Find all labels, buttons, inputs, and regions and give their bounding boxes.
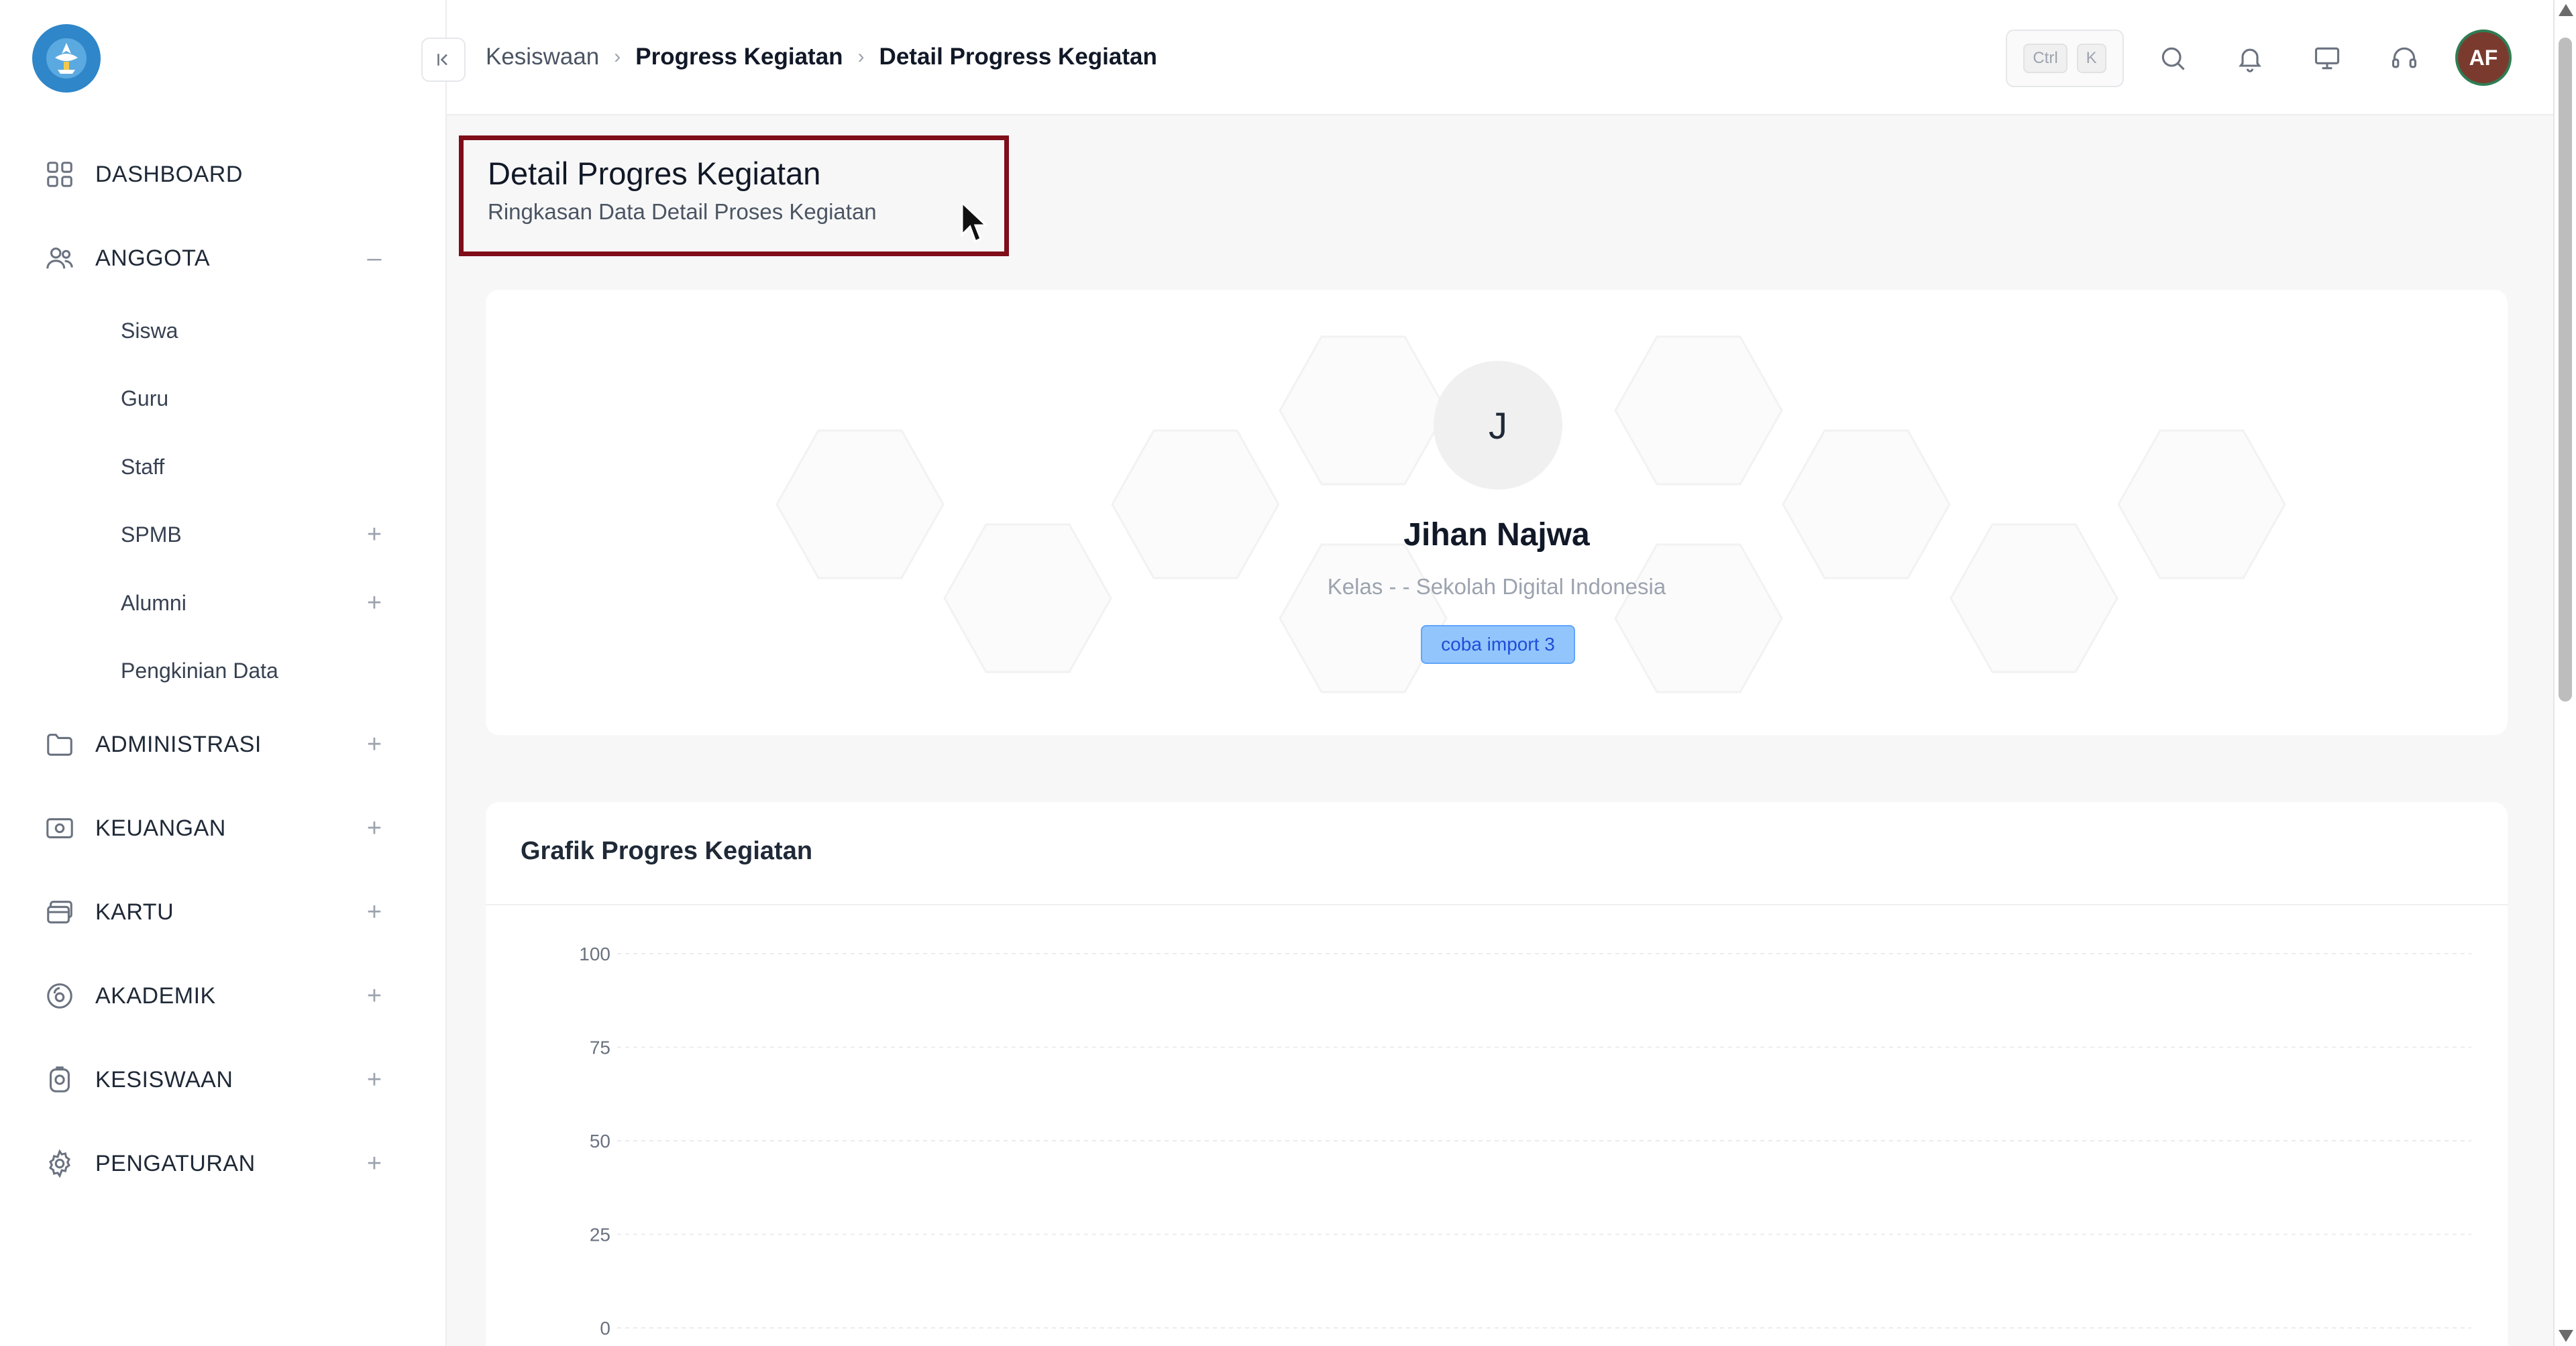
page-title: Detail Progres Kegiatan [488,156,821,191]
sidebar-subitem-label: Pengkinian Data [121,658,278,683]
sidebar-item-keuangan[interactable]: KEUANGAN + [43,801,392,855]
search-icon [2161,47,2185,70]
breadcrumb-progress-kegiatan[interactable]: Progress Kegiatan [635,44,843,70]
page-subtitle: Ringkasan Data Detail Proses Kegiatan [488,199,877,224]
sidebar-item-label: KESISWAAN [95,1066,233,1092]
scrollbar-thumb[interactable] [2559,38,2572,702]
page-scrollbar[interactable] [2553,0,2576,1346]
academic-icon [43,979,76,1013]
kbd-ctrl: Ctrl [2023,44,2068,73]
sidebar-subitem-alumni[interactable]: Alumni + [121,576,392,630]
sidebar-item-label: DASHBOARD [95,161,243,187]
y-tick-label: 75 [590,1037,610,1058]
student-profile-card: J Jihan Najwa Kelas - - Sekolah Digital … [486,290,2508,735]
sidebar-item-label: ANGGOTA [95,245,210,271]
folder-icon [43,728,76,761]
progress-line-chart: 100 75 50 25 0 [579,944,2471,1339]
sidebar-item-akademik[interactable]: AKADEMIK + [43,969,392,1023]
sidebar-subitem-label: Guru [121,386,169,410]
support-icon [2392,47,2417,68]
grid-icon [43,158,76,191]
sidebar-item-kesiswaan[interactable]: KESISWAAN + [43,1053,392,1107]
sidebar-item-dashboard[interactable]: DASHBOARD [43,148,392,201]
support-button[interactable] [2383,38,2425,79]
student-class-school: Kelas - - Sekolah Digital Indonesia [1327,574,1666,599]
breadcrumb: Kesiswaan › Progress Kegiatan › Detail P… [486,40,1157,74]
collapse-left-icon [437,54,447,66]
expand-plus-icon[interactable]: + [357,811,392,846]
card-icon [43,895,76,929]
users-icon [43,241,76,275]
scroll-down-arrow-icon[interactable] [2559,1330,2573,1342]
bell-icon [2239,48,2261,72]
sidebar-item-label: KARTU [95,899,174,925]
expand-plus-icon[interactable]: + [357,1062,392,1097]
user-avatar[interactable]: AF [2455,30,2512,86]
kbd-k: K [2076,44,2106,73]
sidebar: DASHBOARD ANGGOTA – Siswa Guru Staff SPM… [0,0,447,1346]
y-tick-label: 100 [579,944,610,964]
scroll-up-arrow-icon[interactable] [2559,4,2573,16]
expand-plus-icon[interactable]: + [357,895,392,930]
sidebar-subitem-staff[interactable]: Staff [121,440,392,494]
expand-plus-icon[interactable]: + [357,978,392,1013]
y-tick-label: 25 [590,1225,610,1245]
student-avatar: J [1434,361,1562,490]
monitor-icon [2314,47,2340,70]
search-button[interactable] [2152,38,2194,79]
sidebar-subitem-label: Alumni [121,590,186,615]
sidebar-subitem-label: Siswa [121,318,178,343]
sidebar-subitem-siswa[interactable]: Siswa [121,304,392,357]
sidebar-item-kartu[interactable]: KARTU + [43,885,392,939]
y-tick-label: 50 [590,1131,610,1152]
tut-wuri-handayani-logo-icon [46,38,87,78]
sidebar-item-label: PENGATURAN [95,1150,256,1176]
sidebar-item-pengaturan[interactable]: PENGATURAN + [43,1137,392,1190]
gear-icon [43,1147,76,1180]
app-logo[interactable] [32,24,101,93]
y-tick-label: 0 [600,1318,610,1339]
expand-plus-icon[interactable]: + [357,1146,392,1181]
sidebar-item-anggota[interactable]: ANGGOTA – [43,231,392,285]
sidebar-collapse-button[interactable] [421,38,466,82]
student-icon [43,1063,76,1097]
page-header-highlight: Detail Progres Kegiatan Ringkasan Data D… [459,135,1009,256]
display-button[interactable] [2306,38,2348,79]
breadcrumb-current: Detail Progress Kegiatan [879,44,1157,70]
sidebar-subitem-guru[interactable]: Guru [121,372,392,425]
hexagon-background-pattern [775,335,2286,693]
breadcrumb-kesiswaan[interactable]: Kesiswaan [486,44,599,70]
activity-progress-chart-card: Grafik Progres Kegiatan 100 75 50 25 0 [486,802,2508,1346]
sidebar-item-label: ADMINISTRASI [95,731,262,757]
sidebar-subitem-pengkinian-data[interactable]: Pengkinian Data [121,644,392,697]
expand-plus-icon[interactable]: + [357,517,392,552]
sidebar-item-label: KEUANGAN [95,815,226,841]
sidebar-subitem-label: Staff [121,454,165,479]
activity-badge: coba import 3 [1421,625,1575,664]
sidebar-subitem-spmb[interactable]: SPMB + [121,508,392,561]
mouse-pointer-icon [961,201,987,243]
expand-plus-icon[interactable]: + [357,585,392,620]
chevron-right-icon: › [857,46,865,68]
collapse-toggle-icon[interactable]: – [357,241,392,276]
notifications-button[interactable] [2229,38,2271,79]
command-palette-shortcut[interactable]: Ctrl K [2006,30,2124,87]
student-name: Jihan Najwa [1403,517,1590,553]
chevron-right-icon: › [614,46,621,68]
sidebar-item-administrasi[interactable]: ADMINISTRASI + [43,718,392,771]
money-icon [43,811,76,845]
sidebar-subitem-label: SPMB [121,522,182,547]
sidebar-item-label: AKADEMIK [95,983,216,1009]
expand-plus-icon[interactable]: + [357,727,392,762]
